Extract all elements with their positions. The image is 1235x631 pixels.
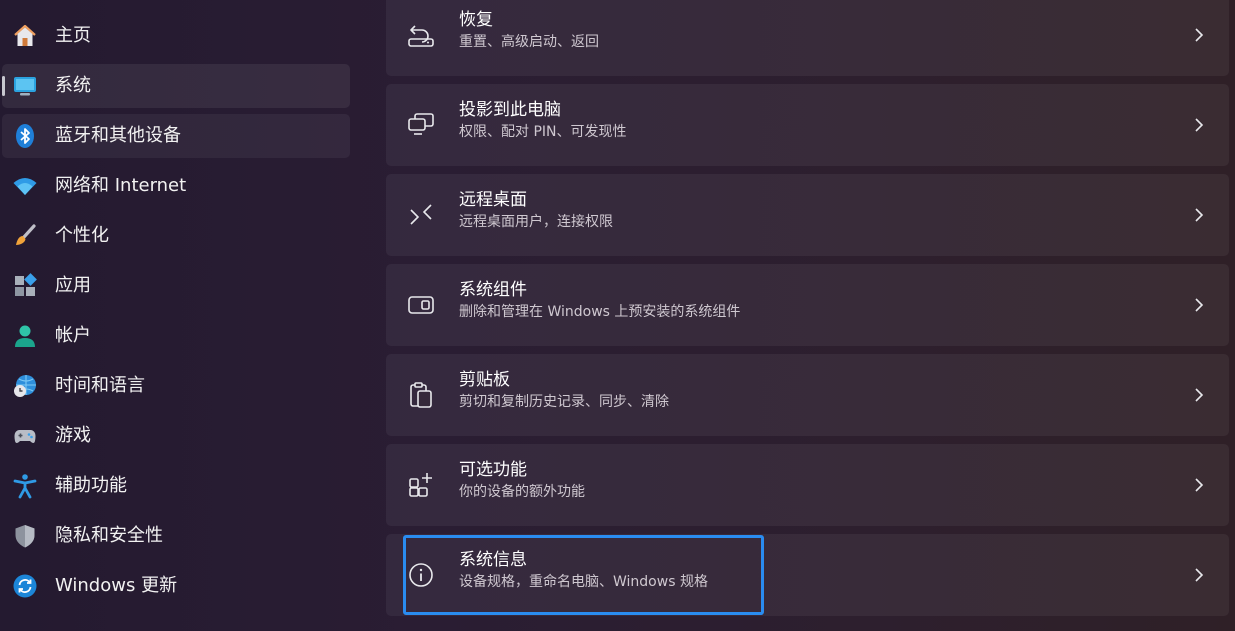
- card-title: 恢复: [459, 10, 493, 30]
- system-display-icon: [12, 73, 38, 99]
- clipboard-icon: [406, 380, 436, 410]
- gamepad-icon: [12, 423, 38, 449]
- sidebar-item-label: 隐私和安全性: [55, 525, 163, 546]
- update-icon: [12, 573, 38, 599]
- settings-sidebar: 主页 系统 蓝牙和其他设备 网络和 Internet 个性化 应用 帐户 时间和…: [0, 0, 360, 631]
- recovery-icon: [406, 20, 436, 50]
- sidebar-item-label: 系统: [55, 75, 91, 96]
- chevron-right-icon: [1195, 28, 1204, 42]
- sidebar-item-label: Windows 更新: [55, 575, 178, 596]
- selection-indicator: [2, 76, 5, 96]
- sidebar-item-privacy[interactable]: 隐私和安全性: [2, 514, 350, 558]
- shield-icon: [12, 523, 38, 549]
- card-title: 投影到此电脑: [459, 100, 561, 120]
- chevron-right-icon: [1195, 208, 1204, 222]
- sidebar-item-accessibility[interactable]: 辅助功能: [2, 464, 350, 508]
- chevron-right-icon: [1195, 298, 1204, 312]
- card-title: 剪贴板: [459, 370, 510, 390]
- sidebar-item-home[interactable]: 主页: [2, 14, 350, 58]
- chevron-right-icon: [1195, 568, 1204, 582]
- sidebar-item-label: 帐户: [55, 325, 91, 346]
- system-settings-list: 恢复 重置、高级启动、返回 投影到此电脑 权限、配对 PIN、可发现性 远程桌面…: [386, 0, 1229, 631]
- card-subtitle: 你的设备的额外功能: [459, 484, 585, 500]
- chevron-right-icon: [1195, 118, 1204, 132]
- settings-card-remote-desktop[interactable]: 远程桌面 远程桌面用户，连接权限: [386, 174, 1229, 256]
- settings-card-system-components[interactable]: 系统组件 删除和管理在 Windows 上预安装的系统组件: [386, 264, 1229, 346]
- optional-features-icon: [406, 470, 436, 500]
- sidebar-item-bluetooth[interactable]: 蓝牙和其他设备: [2, 114, 350, 158]
- card-title: 系统组件: [459, 280, 527, 300]
- card-subtitle: 权限、配对 PIN、可发现性: [459, 124, 627, 140]
- sidebar-item-gaming[interactable]: 游戏: [2, 414, 350, 458]
- card-subtitle: 剪切和复制历史记录、同步、清除: [459, 394, 669, 410]
- sidebar-item-label: 主页: [55, 25, 91, 46]
- globe-clock-icon: [12, 373, 38, 399]
- card-title: 远程桌面: [459, 190, 527, 210]
- apps-icon: [12, 273, 38, 299]
- sidebar-item-label: 时间和语言: [55, 375, 145, 396]
- chevron-right-icon: [1195, 478, 1204, 492]
- settings-card-system-info[interactable]: 系统信息 设备规格，重命名电脑、Windows 规格: [386, 534, 1229, 616]
- wifi-icon: [12, 173, 38, 199]
- chevron-right-icon: [1195, 388, 1204, 402]
- bluetooth-icon: [12, 123, 38, 149]
- card-subtitle: 设备规格，重命名电脑、Windows 规格: [459, 574, 708, 590]
- card-subtitle: 远程桌面用户，连接权限: [459, 214, 613, 230]
- card-subtitle: 重置、高级启动、返回: [459, 34, 599, 50]
- account-icon: [12, 323, 38, 349]
- sidebar-item-label: 应用: [55, 275, 91, 296]
- settings-card-recovery[interactable]: 恢复 重置、高级启动、返回: [386, 0, 1229, 76]
- sidebar-item-personalization[interactable]: 个性化: [2, 214, 350, 258]
- sidebar-item-network[interactable]: 网络和 Internet: [2, 164, 350, 208]
- home-icon: [12, 23, 38, 49]
- sidebar-item-label: 个性化: [55, 225, 109, 246]
- sidebar-item-label: 网络和 Internet: [55, 175, 187, 196]
- paintbrush-icon: [12, 223, 38, 249]
- card-title: 系统信息: [459, 550, 527, 570]
- sidebar-item-accounts[interactable]: 帐户: [2, 314, 350, 358]
- sidebar-item-apps[interactable]: 应用: [2, 264, 350, 308]
- sidebar-item-time-language[interactable]: 时间和语言: [2, 364, 350, 408]
- sidebar-item-system[interactable]: 系统: [2, 64, 350, 108]
- settings-card-project-to-pc[interactable]: 投影到此电脑 权限、配对 PIN、可发现性: [386, 84, 1229, 166]
- settings-card-optional-features[interactable]: 可选功能 你的设备的额外功能: [386, 444, 1229, 526]
- card-subtitle: 删除和管理在 Windows 上预安装的系统组件: [459, 304, 741, 320]
- info-icon: [406, 560, 436, 590]
- sidebar-item-label: 辅助功能: [55, 475, 127, 496]
- settings-card-clipboard[interactable]: 剪贴板 剪切和复制历史记录、同步、清除: [386, 354, 1229, 436]
- sidebar-item-label: 蓝牙和其他设备: [55, 125, 181, 146]
- sidebar-item-windows-update[interactable]: Windows 更新: [2, 564, 350, 608]
- remote-desktop-icon: [406, 200, 436, 230]
- sidebar-item-label: 游戏: [55, 425, 91, 446]
- card-title: 可选功能: [459, 460, 527, 480]
- accessibility-icon: [12, 473, 38, 499]
- project-icon: [406, 110, 436, 140]
- system-components-icon: [406, 290, 436, 320]
